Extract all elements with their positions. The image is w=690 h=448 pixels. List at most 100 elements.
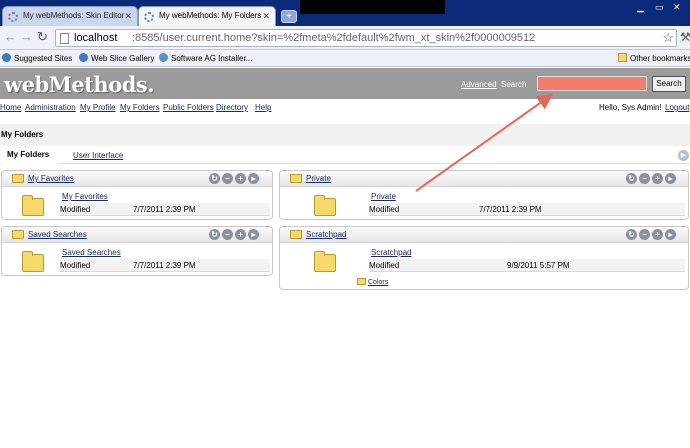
bookmark-other[interactable]: Other bookmarks bbox=[618, 53, 690, 63]
folder-link[interactable]: My Favorites bbox=[62, 192, 108, 201]
modified-date: 7/7/2011 2:39 PM bbox=[133, 205, 196, 214]
minimize-icon[interactable]: − bbox=[639, 229, 650, 240]
forward-arrow-icon[interactable]: → bbox=[20, 30, 33, 44]
portlet-private: Private ↻ − + ▸ Private Modified 7/7/201… bbox=[279, 170, 689, 220]
search-input[interactable] bbox=[537, 76, 647, 91]
page-icon bbox=[60, 33, 69, 44]
play-icon[interactable]: ▶ bbox=[678, 150, 689, 161]
tab-skin-editor[interactable]: My webMethods: Skin Editor ✕ bbox=[2, 6, 138, 26]
portlet-title[interactable]: Saved Searches bbox=[28, 230, 87, 239]
search-button[interactable]: Search bbox=[652, 76, 686, 92]
modified-row: Modified 7/7/2011 2:39 PM bbox=[369, 203, 685, 216]
menu-arrow-icon[interactable]: ▸ bbox=[248, 173, 259, 184]
folder-link[interactable]: Private bbox=[371, 192, 396, 201]
maximize-icon[interactable]: + bbox=[652, 173, 663, 184]
menu-arrow-icon[interactable]: ▸ bbox=[665, 173, 676, 184]
bookmark-web-slice-gallery[interactable]: Web Slice Gallery bbox=[79, 53, 154, 63]
user-greeting: Hello, Sys Admin! bbox=[599, 103, 662, 112]
modified-label: Modified bbox=[60, 261, 91, 270]
modified-label: Modified bbox=[369, 205, 400, 214]
portlet-title[interactable]: My Favorites bbox=[28, 174, 74, 183]
portlet-header: Saved Searches ↻ − + ▸ bbox=[2, 227, 272, 243]
maximize-icon[interactable]: + bbox=[235, 229, 246, 240]
menu-arrow-icon[interactable]: ▸ bbox=[248, 229, 259, 240]
bookmark-software-ag[interactable]: Software AG Installer... bbox=[159, 53, 252, 63]
portlet-header: My Favorites ↻ − + ▸ bbox=[2, 171, 272, 187]
menu-home[interactable]: Home bbox=[0, 103, 21, 112]
folder-icon bbox=[357, 278, 366, 285]
folder-icon[interactable] bbox=[314, 251, 336, 272]
refresh-icon[interactable]: ↻ bbox=[626, 173, 637, 184]
address-bar[interactable]: localhost :8585/user.current.home?skin=%… bbox=[55, 29, 677, 47]
portlet-saved-searches: Saved Searches ↻ − + ▸ Saved Searches Mo… bbox=[1, 226, 273, 276]
folder-link[interactable]: Saved Searches bbox=[62, 248, 121, 257]
url-host: localhost bbox=[74, 32, 118, 44]
bookmark-suggested-sites[interactable]: Suggested Sites bbox=[2, 53, 72, 63]
bookmarks-bar: Suggested Sites Web Slice Gallery Softwa… bbox=[0, 50, 690, 67]
folder-icon[interactable] bbox=[22, 195, 44, 216]
tab-my-folders-active[interactable]: My Folders bbox=[1, 149, 59, 164]
menu-arrow-icon[interactable]: ▸ bbox=[665, 229, 676, 240]
menu-public-folders[interactable]: Public Folders bbox=[163, 103, 214, 112]
tab-title: My webMethods: My Folders bbox=[159, 11, 262, 20]
modified-date: 7/7/2011 2:39 PM bbox=[133, 261, 196, 270]
globe-icon bbox=[159, 53, 168, 62]
folder-icon[interactable] bbox=[314, 195, 336, 216]
loading-icon bbox=[8, 12, 18, 22]
new-tab-button[interactable]: + bbox=[281, 10, 297, 23]
maximize-icon[interactable]: + bbox=[235, 173, 246, 184]
portlet-scratchpad: Scratchpad ↻ − + ▸ Scratchpad Modified 9… bbox=[279, 226, 689, 290]
portlet-title[interactable]: Private bbox=[306, 174, 331, 183]
portlet-my-favorites: My Favorites ↻ − + ▸ My Favorites Modifi… bbox=[1, 170, 273, 220]
portlet-header: Scratchpad ↻ − + ▸ bbox=[280, 227, 688, 243]
modified-date: 7/7/2011 2:39 PM bbox=[479, 205, 542, 214]
back-arrow-icon[interactable]: ← bbox=[4, 30, 17, 44]
close-icon[interactable]: ✕ bbox=[262, 11, 270, 22]
minimize-icon[interactable]: − bbox=[639, 173, 650, 184]
ie-icon bbox=[2, 53, 11, 62]
folder-icon bbox=[290, 230, 302, 239]
app-header: webMethods. Advanced Search Search bbox=[0, 68, 690, 99]
subfolder-link[interactable]: Colors bbox=[357, 278, 388, 286]
tab-title: My webMethods: Skin Editor bbox=[23, 11, 125, 20]
webmethods-logo: webMethods. bbox=[4, 72, 155, 97]
ie-icon bbox=[79, 53, 88, 62]
modified-row: Modified 9/9/2011 5:57 PM bbox=[369, 259, 685, 272]
folder-icon[interactable] bbox=[22, 251, 44, 272]
reload-icon[interactable]: ↻ bbox=[37, 30, 48, 44]
refresh-icon[interactable]: ↻ bbox=[209, 229, 220, 240]
folder-icon bbox=[12, 174, 24, 183]
minimize-icon[interactable]: ▁ bbox=[637, 2, 644, 13]
portlet-title[interactable]: Scratchpad bbox=[306, 230, 346, 239]
modified-row: Modified 7/7/2011 2:39 PM bbox=[60, 203, 270, 216]
menu-directory[interactable]: Directory bbox=[216, 103, 248, 112]
maximize-icon[interactable]: ▭ bbox=[655, 2, 664, 13]
logout-link[interactable]: Logout bbox=[665, 103, 689, 112]
close-window-icon[interactable]: ✕ bbox=[673, 2, 681, 13]
advanced-search-link[interactable]: Advanced bbox=[461, 80, 497, 89]
wrench-icon[interactable]: ⚒ bbox=[680, 30, 690, 44]
tab-user-interface[interactable]: User Interface bbox=[73, 151, 123, 160]
page-title: My Folders bbox=[1, 130, 44, 139]
close-icon[interactable]: ✕ bbox=[124, 11, 132, 22]
menu-my-profile[interactable]: My Profile bbox=[80, 103, 116, 112]
title-strip bbox=[300, 0, 445, 14]
menu-administration[interactable]: Administration bbox=[25, 103, 76, 112]
modified-row: Modified 7/7/2011 2:39 PM bbox=[60, 259, 270, 272]
page-tabs: My Folders User Interface ▶ bbox=[0, 146, 690, 164]
minimize-icon[interactable]: − bbox=[222, 173, 233, 184]
folder-icon bbox=[12, 230, 24, 239]
modified-label: Modified bbox=[60, 205, 91, 214]
maximize-icon[interactable]: + bbox=[652, 229, 663, 240]
folder-link[interactable]: Scratchpad bbox=[371, 248, 411, 257]
page-title-bar: My Folders bbox=[0, 124, 690, 146]
url-path: :8585/user.current.home?skin=%2fmeta%2fd… bbox=[132, 32, 536, 44]
minimize-icon[interactable]: − bbox=[222, 229, 233, 240]
tab-my-folders[interactable]: My webMethods: My Folders ✕ bbox=[138, 6, 276, 26]
refresh-icon[interactable]: ↻ bbox=[209, 173, 220, 184]
folder-icon bbox=[618, 53, 627, 62]
refresh-icon[interactable]: ↻ bbox=[626, 229, 637, 240]
menu-help[interactable]: Help bbox=[255, 103, 271, 112]
star-icon[interactable]: ☆ bbox=[662, 30, 674, 46]
menu-my-folders[interactable]: My Folders bbox=[120, 103, 160, 112]
